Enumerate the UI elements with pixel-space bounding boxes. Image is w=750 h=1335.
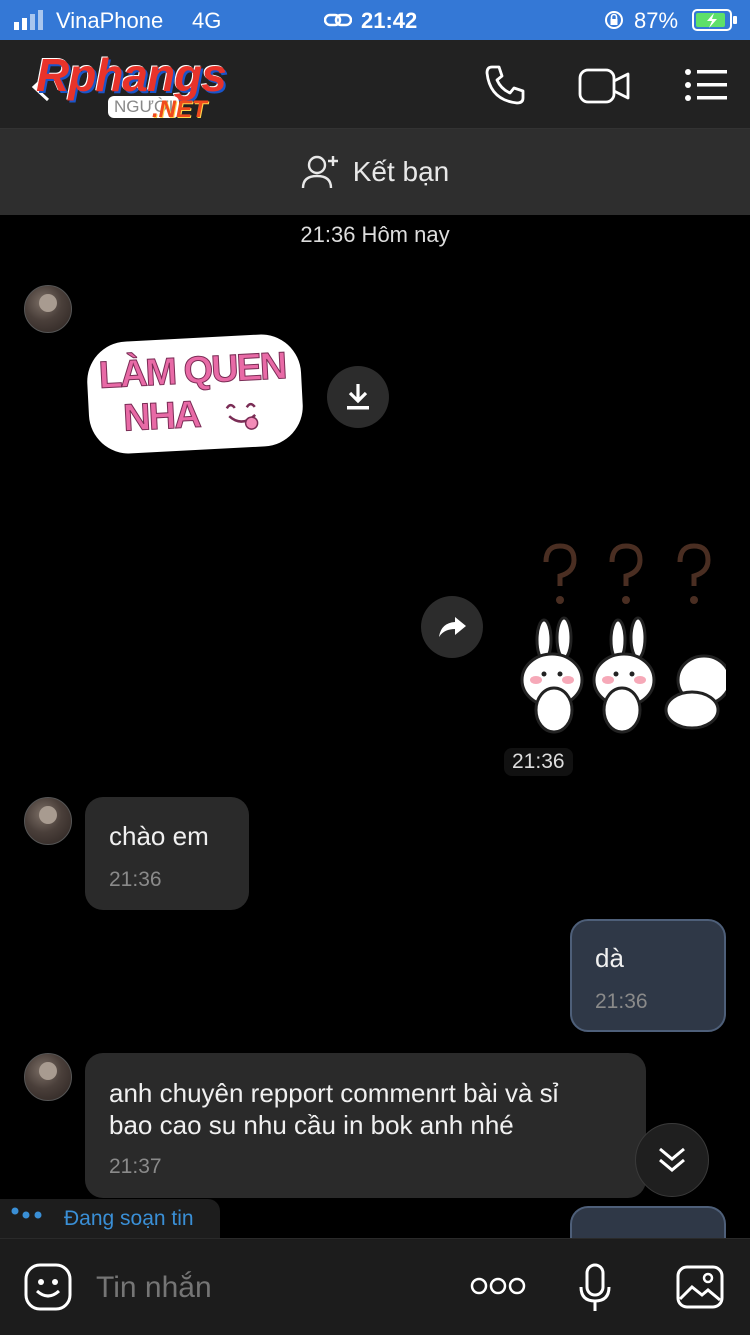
date-separator: 21:36 Hôm nay [300,222,450,247]
more-options-icon[interactable] [470,1275,526,1297]
image-gallery-icon[interactable] [676,1265,724,1309]
message-time: 21:36 [109,868,162,891]
menu-list-icon[interactable] [684,68,728,102]
contact-avatar[interactable] [24,285,72,333]
clock: 21:42 [361,8,418,33]
message-time: 21:36 [595,990,648,1013]
contact-avatar[interactable] [24,1053,72,1101]
network-type: 4G [192,8,222,33]
smiley-face-icon [225,402,259,430]
forward-share-icon [439,617,466,637]
phone-call-icon[interactable] [484,64,526,106]
download-button[interactable] [327,366,389,428]
carrier-name: VinaPhone [56,8,164,33]
message-text-line1: anh chuyên repport commenrt bài và sỉ [109,1078,559,1108]
rotation-lock-icon [605,11,623,29]
sticker-text-line2: NHA [122,393,201,440]
scroll-to-bottom-button[interactable] [635,1123,709,1197]
message-bubble-incoming[interactable]: chào em 21:36 [85,797,249,910]
emoji-sticker-icon[interactable] [24,1263,72,1311]
battery-icon [692,9,737,31]
incoming-sticker[interactable]: LÀM QUEN NHA [85,332,305,456]
site-logo: Rphangs NGƯỜI .NET [36,48,266,128]
download-icon [347,384,369,410]
double-chevron-down-icon [659,1147,685,1172]
message-time: 21:37 [109,1155,162,1178]
sticker-text-line1: LÀM QUEN [97,345,287,398]
link-icon [324,13,352,27]
typing-label: Đang soạn tin [64,1207,194,1230]
message-bubble-incoming[interactable]: anh chuyên repport commenrt bài và sỉ ba… [85,1053,646,1198]
message-bubble-outgoing[interactable]: dà 21:36 [570,919,726,1032]
typing-indicator: Đang soạn tin [0,1199,220,1239]
logo-main: Rphangs [36,49,227,101]
video-call-icon[interactable] [578,66,632,106]
message-composer [0,1238,750,1335]
signal-icon [14,10,43,30]
bunny-question-sticker[interactable] [514,540,726,735]
logo-net: .NET [152,96,207,123]
microphone-icon[interactable] [578,1263,612,1313]
typing-dots-icon [11,1207,42,1219]
forward-button[interactable] [421,596,483,658]
add-friend-bar[interactable]: Kết bạn [0,129,750,215]
status-bar: VinaPhone 4G 21:42 87% [0,0,750,40]
message-input[interactable] [94,1265,458,1311]
message-text: chào em [109,821,209,851]
contact-avatar[interactable] [24,797,72,845]
message-text-line2: bao cao su nhu cầu in bok anh nhé [109,1110,514,1140]
message-text: dà [595,943,624,973]
add-friend-icon [301,155,338,189]
add-friend-label: Kết bạn [352,156,450,187]
battery-percent: 87% [634,8,679,33]
chat-header: Rphangs NGƯỜI .NET [0,40,750,129]
sticker-timestamp: 21:36 [504,748,573,776]
